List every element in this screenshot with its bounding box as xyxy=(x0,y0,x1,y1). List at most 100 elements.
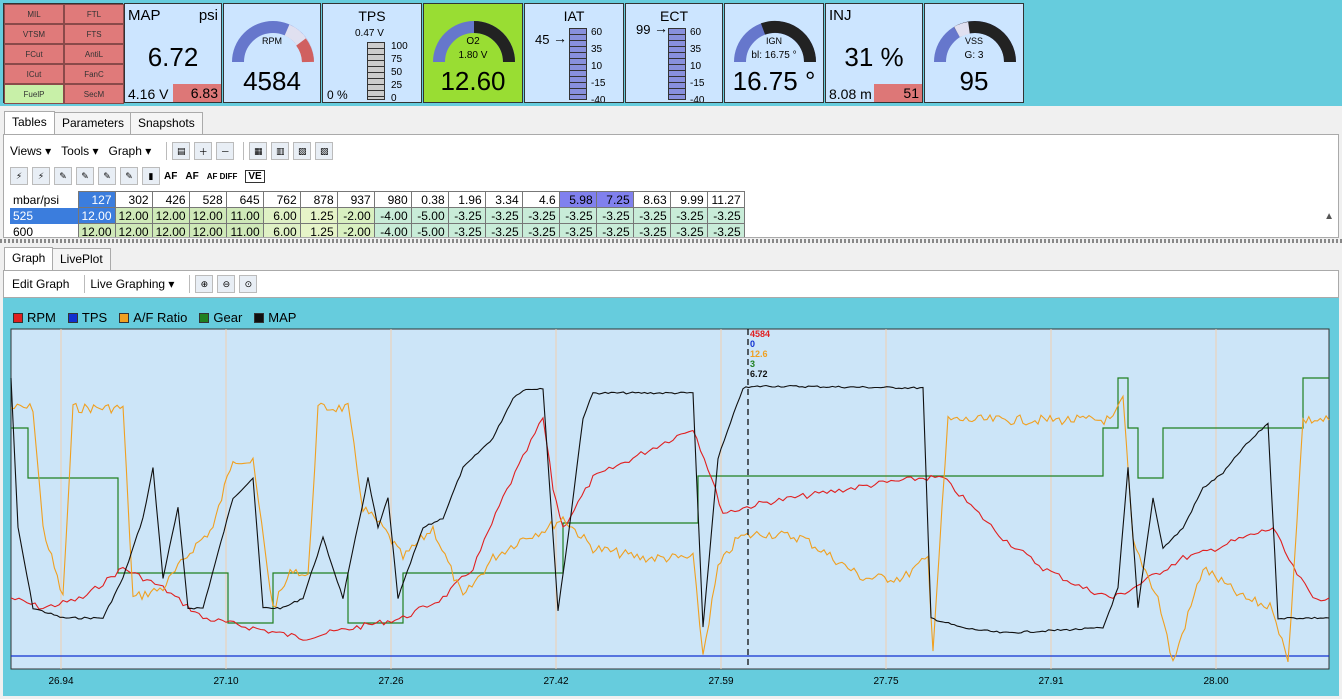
table-cell[interactable]: -3.25 xyxy=(447,207,486,224)
rpm-panel: RPM 4584 xyxy=(223,3,321,103)
table-cell[interactable]: 12.00 xyxy=(188,223,227,237)
af-diff-button[interactable]: AF DIFF xyxy=(207,172,238,181)
table-cell[interactable]: 12.00 xyxy=(114,223,153,237)
tools-menu[interactable]: Tools ▾ xyxy=(61,144,98,158)
table-cell[interactable]: -4.00 xyxy=(373,223,412,237)
table-cell[interactable]: -2.00 xyxy=(336,207,375,224)
ign-map-2-icon[interactable]: ✎ xyxy=(76,167,94,185)
table-cell[interactable]: -3.25 xyxy=(669,223,708,237)
table-cell[interactable]: -3.25 xyxy=(558,207,597,224)
table-cell[interactable]: 12.00 xyxy=(151,207,190,224)
table-column-header[interactable]: 1.96 xyxy=(447,191,486,208)
table-column-header[interactable]: 127 xyxy=(77,191,116,208)
edit-graph-button[interactable]: Edit Graph xyxy=(12,277,69,291)
bar-chart-icon[interactable]: ▮ xyxy=(142,167,160,185)
af1-button[interactable]: AF xyxy=(164,171,177,182)
table-cell[interactable]: -3.25 xyxy=(595,207,634,224)
table-cell[interactable]: 1.25 xyxy=(299,223,338,237)
table-cell[interactable]: -3.25 xyxy=(484,223,523,237)
table-cell[interactable]: 12.00 xyxy=(77,207,116,224)
table-column-header[interactable]: 302 xyxy=(114,191,153,208)
table-cell[interactable]: -3.25 xyxy=(706,223,745,237)
views-menu[interactable]: Views ▾ xyxy=(10,144,51,158)
table-column-header[interactable]: 0.38 xyxy=(410,191,449,208)
table-row-header[interactable]: 525 xyxy=(10,207,78,224)
table-column-header[interactable]: 4.6 xyxy=(521,191,560,208)
table-row-header[interactable]: 600 xyxy=(10,224,78,238)
tab-graph[interactable]: Graph xyxy=(4,247,54,271)
top-tab-bar: Tables Parameters Snapshots xyxy=(0,110,1342,135)
fuel-map-2-icon[interactable]: ⚡ xyxy=(32,167,50,185)
zoom-in-icon[interactable]: ⊕ xyxy=(195,275,214,293)
table-cell[interactable]: -3.25 xyxy=(558,223,597,237)
table-cell[interactable]: 12.00 xyxy=(151,223,190,237)
table-column-header[interactable]: 937 xyxy=(336,191,375,208)
grid-view-2-icon[interactable]: ▥ xyxy=(271,142,290,160)
af2-button[interactable]: AF xyxy=(185,171,198,182)
table-column-header[interactable]: 7.25 xyxy=(595,191,634,208)
table-column-header[interactable]: 5.98 xyxy=(558,191,597,208)
flag-fcut: FCut xyxy=(4,44,64,64)
table-cell[interactable]: -3.25 xyxy=(521,207,560,224)
table-column-header[interactable]: 645 xyxy=(225,191,264,208)
panel-splitter[interactable] xyxy=(0,239,1342,243)
table-column-header[interactable]: 3.34 xyxy=(484,191,523,208)
table-remove-icon[interactable]: － xyxy=(216,142,235,160)
table-cell[interactable]: -3.25 xyxy=(447,223,486,237)
zoom-fit-icon[interactable]: ⊙ xyxy=(239,275,258,293)
table-cell[interactable]: -3.25 xyxy=(484,207,523,224)
table-import-icon[interactable]: ▤ xyxy=(172,142,191,160)
table-cell[interactable]: 12.00 xyxy=(114,207,153,224)
table-column-header[interactable]: 878 xyxy=(299,191,338,208)
table-cell[interactable]: 12.00 xyxy=(188,207,227,224)
table-column-header[interactable]: 980 xyxy=(373,191,412,208)
table-cell[interactable]: 6.00 xyxy=(262,223,301,237)
table-column-header[interactable]: 762 xyxy=(262,191,301,208)
table-column-header[interactable]: 8.63 xyxy=(632,191,671,208)
grid-view-4-icon[interactable]: ▨ xyxy=(315,142,334,160)
scroll-up-icon[interactable]: ▲ xyxy=(1324,211,1334,222)
table-add-icon[interactable]: ＋ xyxy=(194,142,213,160)
ign-map-1-icon[interactable]: ✎ xyxy=(54,167,72,185)
fuel-map-1-icon[interactable]: ⚡ xyxy=(10,167,28,185)
fuel-table[interactable]: mbar/psi 127 302 426 528 645 762 878 937 980 0.38 1… xyxy=(10,191,745,238)
table-cell[interactable]: -3.25 xyxy=(669,207,708,224)
live-graph-plot[interactable] xyxy=(3,298,1339,696)
tab-parameters[interactable]: Parameters xyxy=(54,112,133,134)
table-column-header[interactable]: 426 xyxy=(151,191,190,208)
vss-gear: G: 3 xyxy=(964,50,984,61)
table-cell[interactable]: -3.25 xyxy=(632,223,671,237)
zoom-out-icon[interactable]: ⊖ xyxy=(217,275,236,293)
grid-view-1-icon[interactable]: ▦ xyxy=(249,142,268,160)
scale-label: 50 xyxy=(391,67,403,78)
tab-tables[interactable]: Tables xyxy=(4,111,55,135)
ve-button[interactable]: VE xyxy=(245,169,265,183)
table-column-header[interactable]: 11.27 xyxy=(706,191,745,208)
tab-snapshots[interactable]: Snapshots xyxy=(130,112,203,134)
table-cell[interactable]: -3.25 xyxy=(595,223,634,237)
scale-label: 60 xyxy=(690,27,702,38)
graph-menu[interactable]: Graph ▾ xyxy=(109,144,152,158)
live-graphing-menu[interactable]: Live Graphing ▾ xyxy=(90,277,174,291)
table-cell[interactable]: -3.25 xyxy=(706,207,745,224)
table-cell[interactable]: -5.00 xyxy=(410,223,449,237)
table-cell[interactable]: -3.25 xyxy=(632,207,671,224)
inj-title: INJ xyxy=(829,7,852,24)
table-column-header[interactable]: 528 xyxy=(188,191,227,208)
table-cell[interactable]: 6.00 xyxy=(262,207,301,224)
table-cell[interactable]: -3.25 xyxy=(521,223,560,237)
ign-map-4-icon[interactable]: ✎ xyxy=(120,167,138,185)
grid-view-3-icon[interactable]: ▧ xyxy=(293,142,312,160)
table-cell[interactable]: 12.00 xyxy=(77,223,116,237)
map-alt-value: 6.83 xyxy=(173,84,221,102)
flag-fts: FTS xyxy=(64,24,124,44)
table-cell[interactable]: 1.25 xyxy=(299,207,338,224)
tab-liveplot[interactable]: LivePlot xyxy=(52,248,111,270)
table-cell[interactable]: 11.00 xyxy=(225,207,264,224)
table-cell[interactable]: -2.00 xyxy=(336,223,375,237)
table-cell[interactable]: 11.00 xyxy=(225,223,264,237)
ign-map-3-icon[interactable]: ✎ xyxy=(98,167,116,185)
table-cell[interactable]: -4.00 xyxy=(373,207,412,224)
table-column-header[interactable]: 9.99 xyxy=(669,191,708,208)
table-cell[interactable]: -5.00 xyxy=(410,207,449,224)
